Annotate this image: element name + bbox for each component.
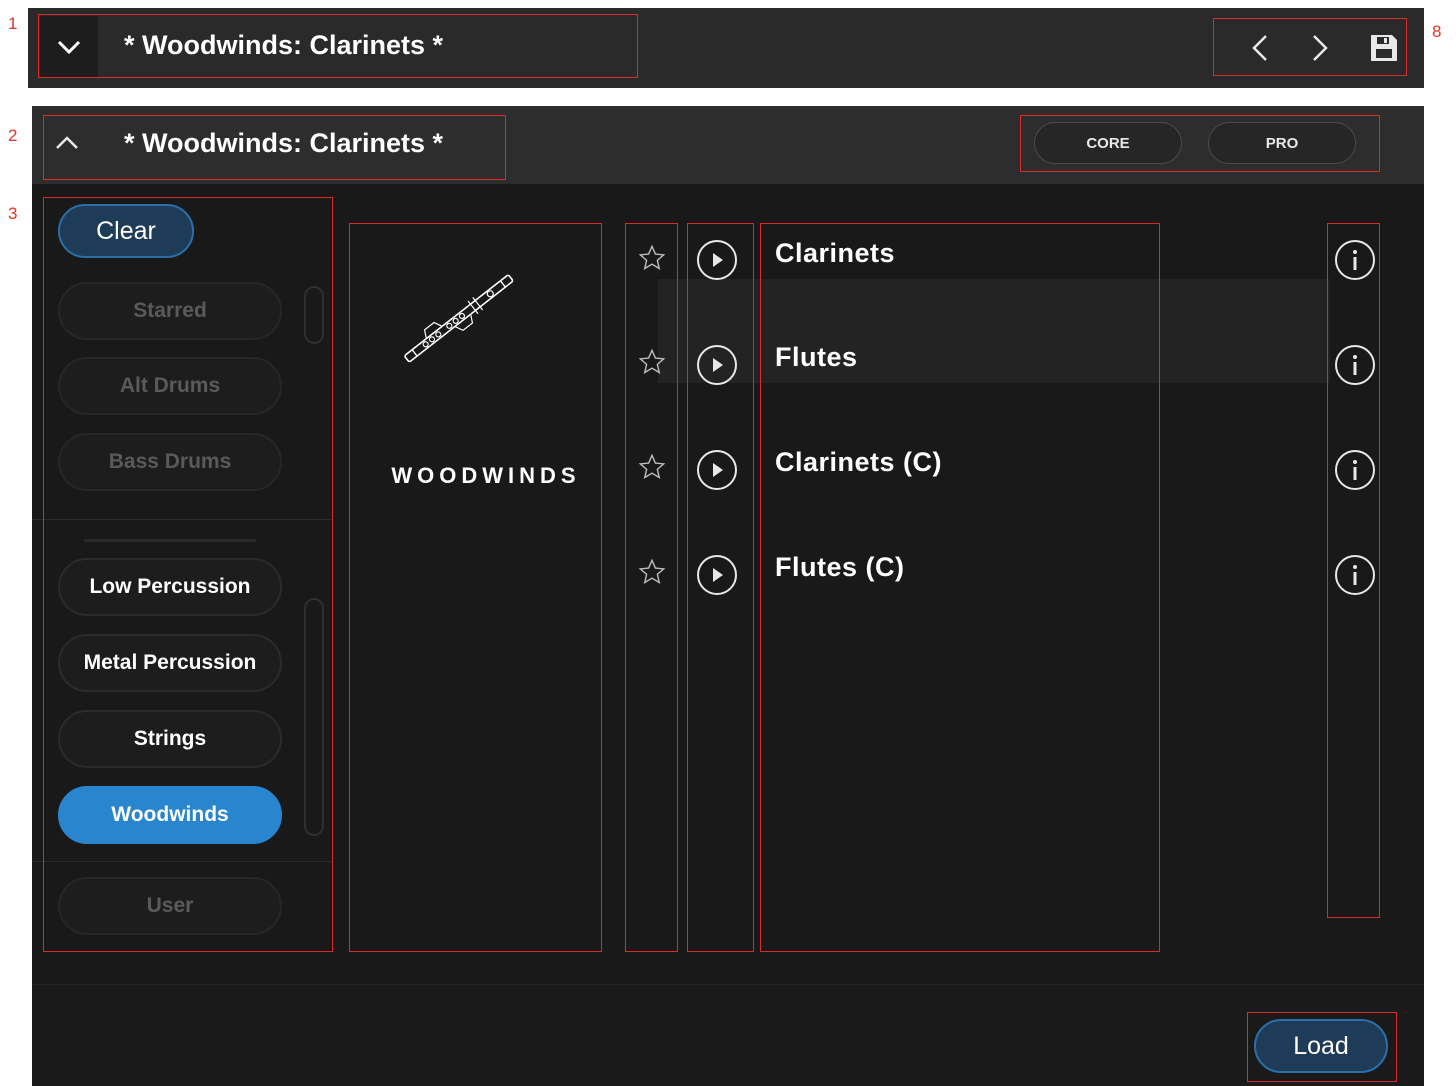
- selected-row-highlight: [658, 279, 1330, 383]
- chevron-left-icon: [1252, 35, 1267, 61]
- pro-tier-button[interactable]: PRO: [1208, 122, 1356, 164]
- filter-starred[interactable]: Starred: [58, 282, 282, 340]
- next-preset-button[interactable]: [1300, 28, 1340, 68]
- info-button[interactable]: [1334, 554, 1376, 596]
- favorite-toggle[interactable]: [636, 451, 668, 483]
- star-icon: [638, 244, 666, 270]
- expand-button[interactable]: [40, 16, 98, 78]
- filter-strings[interactable]: Strings: [58, 710, 282, 768]
- filter-alt-drums[interactable]: Alt Drums: [58, 357, 282, 415]
- play-icon: [697, 345, 737, 385]
- filter-user[interactable]: User: [58, 877, 282, 935]
- browser-title: * Woodwinds: Clarinets *: [124, 128, 444, 158]
- favorite-toggle[interactable]: [636, 242, 668, 274]
- filter-divider: [32, 519, 332, 520]
- annotation-8: 8: [1432, 22, 1442, 41]
- play-icon: [697, 240, 737, 280]
- lower-filter-scrollbar[interactable]: [304, 598, 324, 836]
- filter-bass-drums[interactable]: Bass Drums: [58, 433, 282, 491]
- filter-woodwinds[interactable]: Woodwinds: [58, 786, 282, 844]
- preview-play-button[interactable]: [696, 449, 738, 491]
- previous-preset-button[interactable]: [1240, 28, 1280, 68]
- upper-filter-scrollbar[interactable]: [304, 286, 324, 344]
- info-icon: [1335, 240, 1375, 280]
- core-tier-button[interactable]: CORE: [1034, 122, 1182, 164]
- preview-play-button[interactable]: [696, 239, 738, 281]
- play-icon: [697, 555, 737, 595]
- star-icon: [638, 558, 666, 584]
- play-icon: [697, 450, 737, 490]
- collapse-button[interactable]: [52, 128, 82, 158]
- info-icon: [1335, 345, 1375, 385]
- preview-play-button[interactable]: [696, 344, 738, 386]
- preset-name[interactable]: Clarinets (C): [775, 447, 942, 478]
- preset-name[interactable]: Clarinets: [775, 238, 895, 269]
- chevron-right-icon: [1313, 35, 1328, 61]
- info-button[interactable]: [1334, 239, 1376, 281]
- info-icon: [1335, 450, 1375, 490]
- annotation-3: 3: [8, 204, 18, 223]
- preset-name[interactable]: Flutes (C): [775, 552, 905, 583]
- favorite-toggle[interactable]: [636, 346, 668, 378]
- browser-header: * Woodwinds: Clarinets * CORE PRO: [32, 106, 1424, 184]
- browser-body: Clear Starred Alt Drums Bass Drums Low P…: [32, 184, 1424, 984]
- info-button[interactable]: [1334, 344, 1376, 386]
- category-label: WOODWINDS: [391, 463, 581, 488]
- info-button[interactable]: [1334, 449, 1376, 491]
- save-preset-button[interactable]: [1364, 28, 1404, 68]
- annotation-1: 1: [8, 14, 18, 33]
- flute-icon: [404, 274, 514, 363]
- filter-metal-percussion[interactable]: Metal Percussion: [58, 634, 282, 692]
- browser-footer: Load: [32, 984, 1424, 1086]
- filter-divider-bottom: [32, 861, 332, 862]
- chevron-down-icon: [57, 40, 81, 55]
- favorite-toggle[interactable]: [636, 556, 668, 588]
- info-icon: [1335, 555, 1375, 595]
- load-button[interactable]: Load: [1254, 1019, 1388, 1073]
- chevron-up-icon: [56, 136, 78, 149]
- save-icon: [1371, 35, 1397, 61]
- star-icon: [638, 453, 666, 479]
- preset-title[interactable]: * Woodwinds: Clarinets *: [124, 30, 443, 61]
- clear-filter-button[interactable]: Clear: [58, 204, 194, 258]
- filter-low-percussion[interactable]: Low Percussion: [58, 558, 282, 616]
- star-icon: [638, 348, 666, 374]
- collapsed-preset-bar: * Woodwinds: Clarinets *: [28, 8, 1424, 88]
- preset-name[interactable]: Flutes: [775, 342, 858, 373]
- preset-browser-panel: * Woodwinds: Clarinets * CORE PRO Clear …: [32, 106, 1424, 1086]
- annotation-2: 2: [8, 126, 18, 145]
- preview-play-button[interactable]: [696, 554, 738, 596]
- filter-fade-edge: [84, 539, 256, 542]
